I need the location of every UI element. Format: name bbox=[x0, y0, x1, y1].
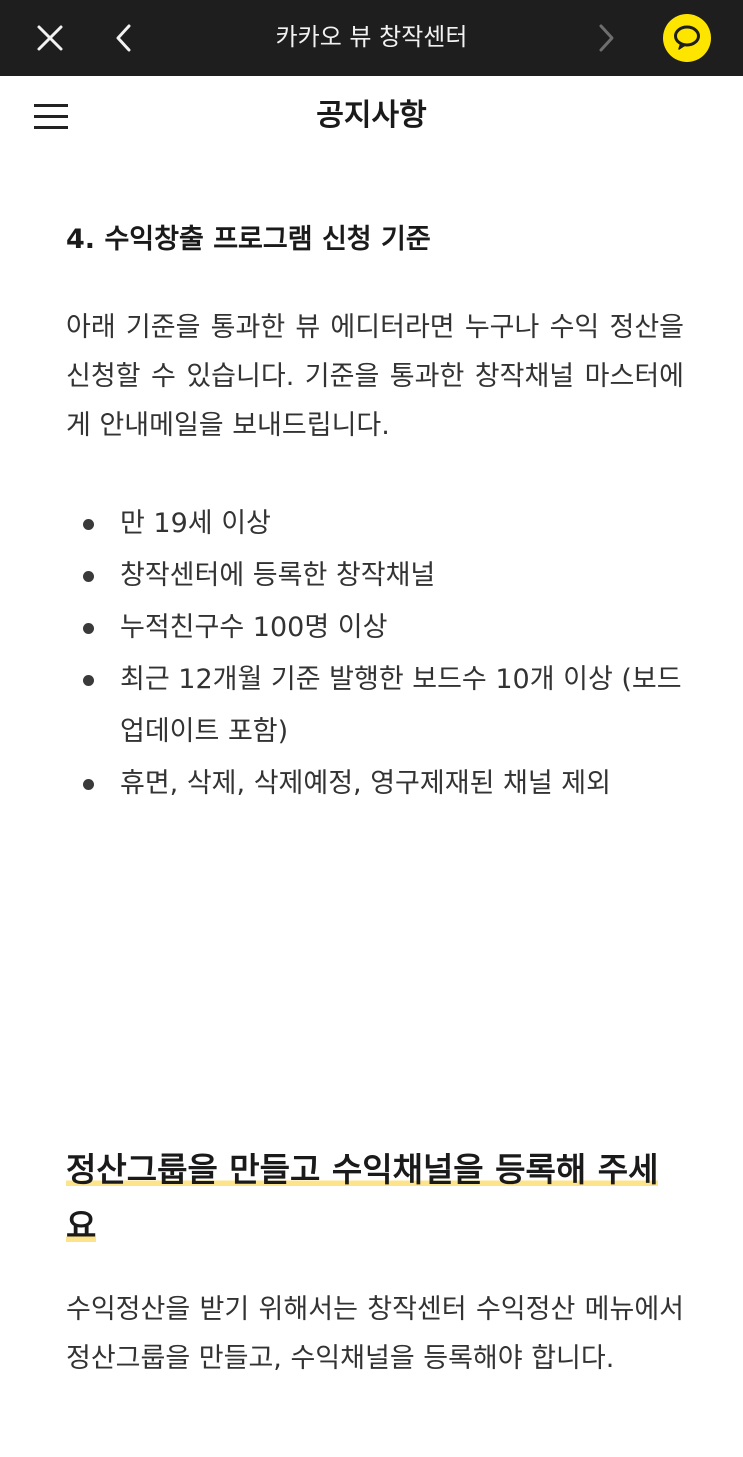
app-top-bar: 카카오 뷰 창작센터 bbox=[0, 0, 743, 76]
list-item-text: 휴면, 삭제, 삭제예정, 영구제재된 채널 제외 bbox=[120, 768, 611, 799]
list-item: 누적친구수 100명 이상 bbox=[66, 602, 684, 654]
hamburger-icon bbox=[34, 104, 68, 129]
notice-content[interactable]: 뷰 에디터는 누구도 될 수 있습니다. 4. 수익창출 프로그램 신청 기준 … bbox=[0, 120, 743, 1457]
section-paragraph: 아래 기준을 통과한 뷰 에디터라면 누구나 수익 정산을 신청할 수 있습니다… bbox=[66, 312, 684, 441]
highlighted-heading: 정산그룹을 만들고 수익채널을 등록해 주세요 bbox=[66, 1142, 686, 1254]
list-item-text: 누적친구수 100명 이상 bbox=[120, 612, 388, 643]
list-item-text: 만 19세 이상 bbox=[120, 508, 271, 539]
list-item: 최근 12개월 기준 발행한 보드수 10개 이상 (보드 업데이트 포함) bbox=[66, 654, 684, 758]
bullet-icon bbox=[83, 675, 94, 686]
kakaotalk-button[interactable] bbox=[663, 14, 711, 62]
kakaotalk-icon bbox=[674, 25, 700, 50]
bullet-icon bbox=[83, 623, 94, 634]
back-arrow-icon bbox=[116, 24, 131, 52]
list-item-text: 최근 12개월 기준 발행한 보드수 10개 이상 (보드 업데이트 포함) bbox=[120, 664, 682, 747]
page-header: 공지사항 bbox=[0, 76, 743, 156]
list-item: 휴면, 삭제, 삭제예정, 영구제재된 채널 제외 bbox=[66, 758, 684, 810]
close-button[interactable] bbox=[22, 0, 78, 76]
bullet-icon bbox=[83, 779, 94, 790]
criteria-list: 만 19세 이상 창작센터에 등록한 창작채널 누적친구수 100명 이상 최근… bbox=[66, 498, 684, 810]
list-item: 창작센터에 등록한 창작채널 bbox=[66, 550, 684, 602]
bullet-icon bbox=[83, 571, 94, 582]
list-item: 만 19세 이상 bbox=[66, 498, 684, 550]
highlighted-heading-text: 정산그룹을 만들고 수익채널을 등록해 주세요 bbox=[66, 1150, 659, 1245]
forward-button[interactable] bbox=[580, 0, 632, 76]
closing-paragraph: 수익정산을 받기 위해서는 창작센터 수익정산 메뉴에서 정산그룹을 만들고, … bbox=[66, 1294, 684, 1374]
window-title: 카카오 뷰 창작센터 bbox=[275, 23, 468, 51]
forward-arrow-icon bbox=[599, 24, 614, 52]
close-icon bbox=[37, 25, 63, 51]
section-heading: 4. 수익창출 프로그램 신청 기준 bbox=[66, 224, 431, 255]
menu-button[interactable] bbox=[30, 96, 72, 136]
list-item-text: 창작센터에 등록한 창작채널 bbox=[120, 560, 436, 591]
back-button[interactable] bbox=[98, 0, 150, 76]
bullet-icon bbox=[83, 519, 94, 530]
page-title: 공지사항 bbox=[316, 98, 427, 133]
